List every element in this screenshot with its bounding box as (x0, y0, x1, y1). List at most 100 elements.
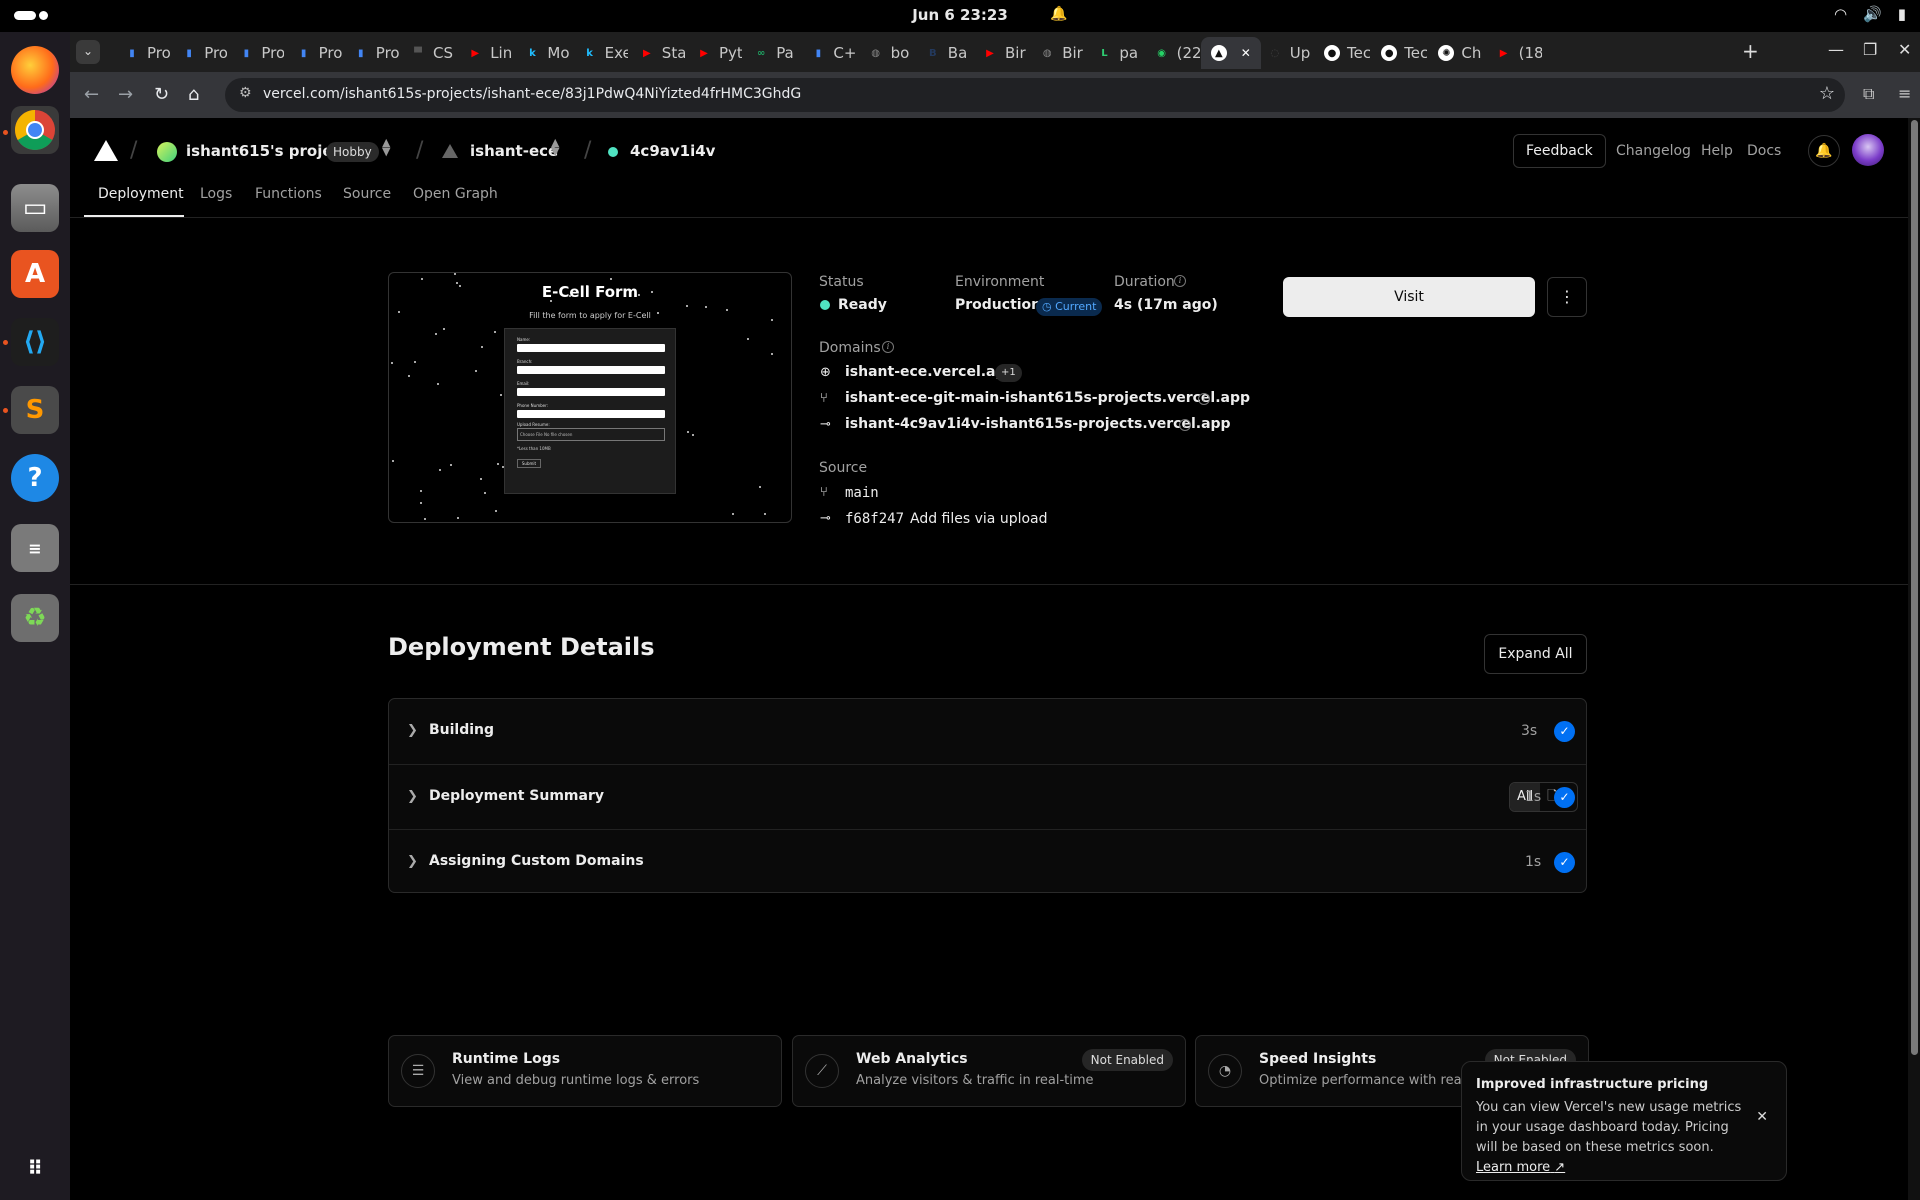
browser-tab[interactable]: ◉ (22 (1144, 37, 1200, 69)
project-name[interactable]: ishant-ece (470, 142, 558, 160)
show-apps-grid-icon[interactable]: ⠿ (11, 1144, 59, 1192)
tab-search-chevron-icon[interactable]: ⌄ (76, 40, 100, 64)
source-commit-hash[interactable]: f68f247 (845, 511, 904, 527)
step-deployment-summary[interactable]: ❯ Deployment Summary All 🗋 8 1s ✓ (389, 764, 1586, 829)
feedback-button[interactable]: Feedback (1513, 134, 1606, 168)
browser-tab[interactable]: ▶ Lin (457, 37, 513, 69)
docs-link[interactable]: Docs (1747, 143, 1781, 159)
back-arrow-icon[interactable]: ← (84, 84, 99, 105)
expand-all-button[interactable]: Expand All (1484, 634, 1587, 674)
help-icon[interactable]: ? (11, 454, 59, 502)
deployment-id[interactable]: 4c9av1i4v (630, 142, 715, 160)
sublime-text-icon[interactable]: S (11, 386, 59, 434)
firefox-icon[interactable] (11, 46, 59, 94)
scrollbar-thumb[interactable] (1911, 120, 1918, 1055)
browser-tab[interactable]: B Ba (915, 37, 971, 69)
home-icon[interactable]: ⌂ (188, 84, 199, 105)
domains-info-icon[interactable]: i (882, 341, 894, 353)
browser-tab[interactable]: ● Tec (1314, 37, 1370, 69)
browser-tab[interactable]: ▶ Bir (972, 37, 1028, 69)
web-analytics-card[interactable]: ⟋ Web Analytics Analyze visitors & traff… (792, 1035, 1186, 1107)
source-branch-icon: ⑂ (820, 485, 828, 500)
chrome-icon[interactable] (11, 106, 59, 154)
tab-title: Up (1289, 44, 1311, 62)
browser-tab[interactable]: ◍ Bir (1029, 37, 1085, 69)
step-time: 1s (1525, 789, 1542, 805)
browser-tab[interactable]: ▀ CS (400, 37, 456, 69)
trash-icon[interactable]: ♻ (11, 594, 59, 642)
bar-chart-icon: ▮ (186, 47, 192, 59)
step-building[interactable]: ❯ Building 3s ✓ (389, 699, 1586, 764)
breadcrumb-separator: / (584, 138, 592, 163)
browser-tab[interactable]: ● Tec (1371, 37, 1427, 69)
close-toast-icon[interactable]: ✕ (1756, 1109, 1768, 1125)
browser-tab[interactable]: ▮ Pro (228, 37, 285, 69)
files-icon[interactable]: ▭ (11, 184, 59, 232)
learn-more-link[interactable]: Learn more ↗ (1476, 1160, 1565, 1175)
extra-domains-badge[interactable]: +1 (995, 364, 1022, 382)
browser-tab[interactable]: ▮ Pro (286, 37, 342, 69)
vscode-icon[interactable]: ⟨⟩ (11, 318, 59, 366)
more-options-icon[interactable]: ⋮ (1547, 277, 1587, 317)
browser-tab[interactable]: ▶ Sta (629, 37, 685, 69)
domain-primary[interactable]: ishant-ece.vercel.app (845, 364, 1016, 380)
vercel-logo-icon[interactable] (94, 140, 118, 161)
tab-source[interactable]: Source (343, 186, 391, 202)
reload-icon[interactable]: ↻ (154, 84, 169, 105)
team-switcher-icon[interactable]: ▲ ▼ (382, 137, 390, 157)
domain-deployment[interactable]: ishant-4c9av1i4v-ishant615s-projects.ver… (845, 416, 1231, 432)
visit-button[interactable]: Visit (1283, 277, 1535, 317)
source-branch[interactable]: main (845, 485, 879, 501)
bookmark-star-icon[interactable]: ☆ (1819, 83, 1835, 104)
browser-tab[interactable]: ◌ Up (1257, 37, 1313, 69)
clock[interactable]: Jun 6 23:23 (0, 6, 1920, 24)
project-switcher-icon[interactable]: ▲ ▼ (551, 137, 559, 157)
browser-tab[interactable]: ∞ Pa (743, 37, 799, 69)
media-control-icon[interactable]: ≡ (1898, 84, 1911, 103)
user-avatar[interactable] (1852, 134, 1884, 166)
duration-info-icon[interactable]: i (1174, 275, 1186, 287)
new-tab-plus-icon[interactable]: + (1742, 39, 1759, 63)
tab-deployment[interactable]: Deployment (98, 186, 184, 202)
close-window-icon[interactable]: ✕ (1898, 40, 1911, 59)
tab-functions[interactable]: Functions (255, 186, 322, 202)
changelog-link[interactable]: Changelog (1616, 143, 1691, 159)
browser-tab[interactable]: ▮ Pro (171, 37, 227, 69)
browser-tab[interactable]: Lpa (1086, 37, 1142, 69)
runtime-logs-card[interactable]: ☰ Runtime Logs View and debug runtime lo… (388, 1035, 782, 1107)
software-updater-icon[interactable]: ≡ (11, 524, 59, 572)
browser-tab[interactable]: ✺ Ch (1428, 37, 1484, 69)
tab-title: (22 (1176, 44, 1200, 62)
restore-icon[interactable]: ❐ (1863, 40, 1877, 59)
help-link[interactable]: Help (1701, 143, 1733, 159)
deployment-preview[interactable]: E-Cell Form Fill the form to apply for E… (388, 272, 792, 523)
browser-tab[interactable]: ▮ C+ (800, 37, 857, 69)
notifications-bell-icon[interactable]: 🔔 (1808, 135, 1840, 167)
domain-deployment-info-icon[interactable]: i (1179, 419, 1191, 431)
browser-tab[interactable]: ▮ Pro (114, 37, 170, 69)
domain-branch-info-icon[interactable]: i (1198, 393, 1210, 405)
browser-tab[interactable]: ◍ bo (858, 37, 914, 69)
close-tab-icon[interactable]: ✕ (1241, 46, 1251, 60)
browser-tab[interactable]: k Mo (514, 37, 570, 69)
tab-open-graph[interactable]: Open Graph (413, 186, 498, 202)
forward-arrow-icon[interactable]: → (118, 84, 133, 105)
domain-branch[interactable]: ishant-ece-git-main-ishant615s-projects.… (845, 390, 1250, 406)
system-tray[interactable]: ◠ 🔊 ▮ (1834, 5, 1906, 23)
tab-active[interactable]: ▲ ✕ (1200, 37, 1261, 69)
domains-label: Domains (819, 340, 881, 356)
source-commit-message[interactable]: Add files via upload (910, 511, 1048, 527)
minimize-icon[interactable]: — (1828, 40, 1844, 59)
site-info-icon[interactable]: ⚙ (239, 85, 252, 101)
extensions-icon[interactable]: ⧉ (1863, 84, 1874, 104)
browser-tab[interactable]: ▮ Pro (343, 37, 399, 69)
app-center-icon[interactable]: A (11, 250, 59, 298)
address-bar[interactable]: ⚙ vercel.com/ishant615s-projects/ishant-… (225, 78, 1845, 112)
browser-tab[interactable]: k Exe (572, 37, 627, 69)
browser-tab[interactable]: ▶ (18 (1486, 37, 1542, 69)
tab-logs[interactable]: Logs (200, 186, 232, 202)
browser-tab[interactable]: ▶ Pyt (686, 37, 742, 69)
page-scrollbar[interactable] (1908, 118, 1920, 1200)
card-title: Runtime Logs (452, 1051, 561, 1067)
step-assigning-custom-domains[interactable]: ❯ Assigning Custom Domains 1s ✓ (389, 829, 1586, 894)
